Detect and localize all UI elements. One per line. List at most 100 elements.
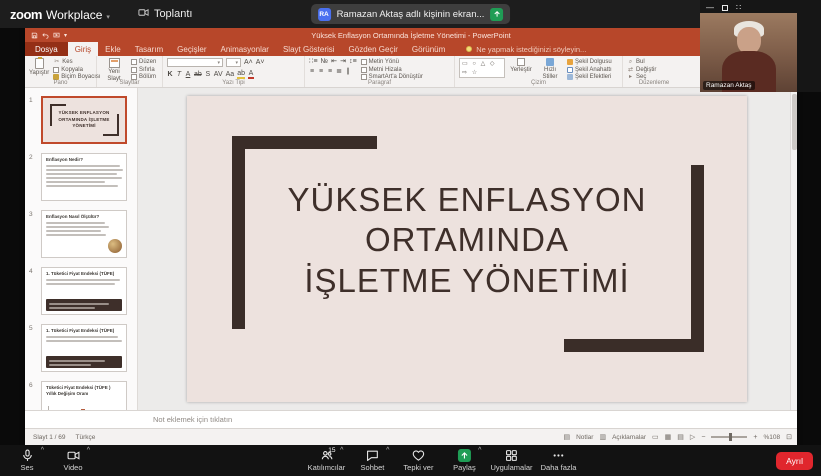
audio-button[interactable]: Ses ^ [4,445,50,476]
numbering-button[interactable]: № [321,58,329,65]
share-menu-caret-icon[interactable]: ^ [478,447,481,454]
tab-animations[interactable]: Animasyonlar [214,42,276,56]
slide-thumbnail-3[interactable]: Enflasyon Nasıl Ölçülür? [41,210,127,258]
zoom-level[interactable]: %108 [764,434,781,441]
undo-icon[interactable] [42,32,49,39]
text-shadow-button[interactable]: S [205,71,211,78]
arrange-button[interactable]: Yerleştir [509,58,533,74]
leave-meeting-button[interactable]: Ayrıl [776,452,813,470]
zoom-slider[interactable] [711,436,747,438]
new-slide-button[interactable]: Yeni Slayt [101,58,127,82]
share-button[interactable]: Paylaş ^ [441,445,487,476]
chevron-down-icon[interactable]: ▾ [106,13,110,21]
shapes-gallery[interactable]: ▭ ○ △ ◇ ⇨ ☆ [459,58,505,78]
grow-font-icon[interactable]: A˄ [244,59,253,66]
current-slide[interactable]: YÜKSEK ENFLASYON ORTAMINDA İŞLETME YÖNET… [187,96,747,402]
align-text-button[interactable]: Metni Hizala [361,67,423,73]
tab-slideshow[interactable]: Slayt Gösterisi [276,42,342,56]
increase-indent-button[interactable]: ⇥ [340,58,346,65]
reactions-button[interactable]: Tepki ver [395,445,441,476]
chat-button[interactable]: Sohbet ^ [349,445,395,476]
highlight-color-button[interactable]: ab [237,70,245,79]
tab-design[interactable]: Tasarım [128,42,170,56]
strikethrough-button[interactable]: ab [194,71,202,78]
align-left-button[interactable]: ≡ [309,68,315,75]
italic-button[interactable]: T [176,71,182,78]
normal-view-icon[interactable]: ▭ [652,434,659,441]
minimize-icon[interactable]: — [706,4,714,12]
vertical-scrollbar[interactable] [790,88,797,410]
apps-button[interactable]: Uygulamalar [487,445,535,476]
tab-insert[interactable]: Ekle [98,42,128,56]
line-spacing-button[interactable]: ↕≡ [349,58,357,65]
tell-me-box[interactable]: Ne yapmak istediğinizi söyleyin... [466,42,586,56]
meeting-tab[interactable]: Toplantı [138,7,193,21]
chat-menu-caret-icon[interactable]: ^ [386,447,389,454]
start-slideshow-icon[interactable] [53,32,60,39]
quick-styles-button[interactable]: Hızlı Stiller [537,58,563,80]
slide-sorter-view-icon[interactable]: ▦ [665,434,672,441]
find-button[interactable]: ⌕Bul [627,59,681,65]
layout-button[interactable]: Düzen [131,59,156,65]
slide-thumbnail-1[interactable]: YÜKSEK ENFLASYON ORTAMINDA İŞLETME YÖNET… [41,96,127,144]
shape-outline-button[interactable]: Şekil Anahattı [567,67,612,73]
fit-slide-icon[interactable]: ⊡ [786,434,792,441]
shrink-font-icon[interactable]: A˅ [256,59,265,66]
font-size-select[interactable]: ▾ [226,58,241,67]
slide-thumbnail-2[interactable]: Enflasyon Nedir? [41,153,127,201]
thumbnail-title: Tüketici Fiyat Endeksi (TÜFE ) Yıllık De… [46,385,122,396]
tab-transitions[interactable]: Geçişler [170,42,213,56]
more-button[interactable]: Daha fazla [536,445,582,476]
paste-button[interactable]: Yapıştır [29,58,49,77]
notes-toggle[interactable]: Notlar [576,434,593,441]
copy-button[interactable]: Kopyala [53,67,100,73]
decrease-indent-button[interactable]: ⇤ [331,58,337,65]
columns-button[interactable]: ∥ [345,68,351,75]
change-case-button[interactable]: Aa [226,71,235,78]
slide-thumbnail-6[interactable]: Tüketici Fiyat Endeksi (TÜFE ) Yıllık De… [41,381,127,410]
character-spacing-button[interactable]: AV [214,71,223,78]
restore-icon[interactable] [722,5,728,11]
text-direction-button[interactable]: Metin Yönü [361,59,423,65]
tab-view[interactable]: Görünüm [405,42,452,56]
save-icon[interactable] [31,32,38,39]
audio-menu-caret-icon[interactable]: ^ [41,447,44,454]
shape-fill-button[interactable]: Şekil Dolgusu [567,59,612,65]
slide-thumbnail-5[interactable]: 1. Tüketici Fiyat Endeksi (TÜFE) [41,324,127,372]
video-menu-caret-icon[interactable]: ^ [87,447,90,454]
notes-placeholder[interactable]: Not eklemek için tıklatın [153,415,232,424]
participants-menu-caret-icon[interactable]: ^ [340,447,343,454]
tab-file[interactable]: Dosya [25,42,68,56]
bold-button[interactable]: K [167,71,173,78]
slideshow-view-icon[interactable]: ▷ [690,434,695,441]
zoom-in-icon[interactable]: + [753,434,757,441]
replace-button[interactable]: ⇄Değiştir [627,67,681,73]
tab-review[interactable]: Gözden Geçir [342,42,405,56]
reading-view-icon[interactable]: ▤ [677,434,684,441]
justify-button[interactable]: ≣ [336,68,342,75]
font-name-select[interactable]: ▾ [167,58,223,67]
tab-home[interactable]: Giriş [68,42,98,56]
gallery-view-icon[interactable]: ∷ [736,4,741,12]
cut-button[interactable]: ✂Kes [53,59,100,65]
slide-thumbnail-4[interactable]: 1. Tüketici Fiyat Endeksi (TÜFE) [41,267,127,315]
align-center-button[interactable]: ≡ [318,68,324,75]
font-color-button[interactable]: A [248,70,254,79]
screen-share-banner[interactable]: RA Ramazan Aktaş adlı kişinin ekran... [311,4,511,24]
bullets-button[interactable]: ∷≡ [309,58,318,65]
participants-button[interactable]: Katılımcılar 15 ^ [303,445,349,476]
language-indicator[interactable]: Türkçe [76,434,96,441]
participant-video-tile[interactable]: — ∷ Ramazan Aktaş [700,0,821,92]
align-right-button[interactable]: ≡ [327,68,333,75]
qat-customize-icon[interactable]: ▾ [64,32,67,39]
comments-toggle[interactable]: Açıklamalar [612,434,646,441]
zoom-slider-thumb[interactable] [729,433,732,441]
slide-title-textbox[interactable]: YÜKSEK ENFLASYON ORTAMINDA İŞLETME YÖNET… [187,180,747,301]
underline-button[interactable]: A [185,71,191,78]
reset-button[interactable]: Sıfırla [131,67,156,73]
video-button[interactable]: Video ^ [50,445,96,476]
zoom-out-icon[interactable]: − [701,434,705,441]
notes-pane[interactable]: Not eklemek için tıklatın [25,410,797,428]
scrollbar-thumb[interactable] [792,94,797,150]
slide-indicator: Slayt 1 / 69 [33,434,66,441]
